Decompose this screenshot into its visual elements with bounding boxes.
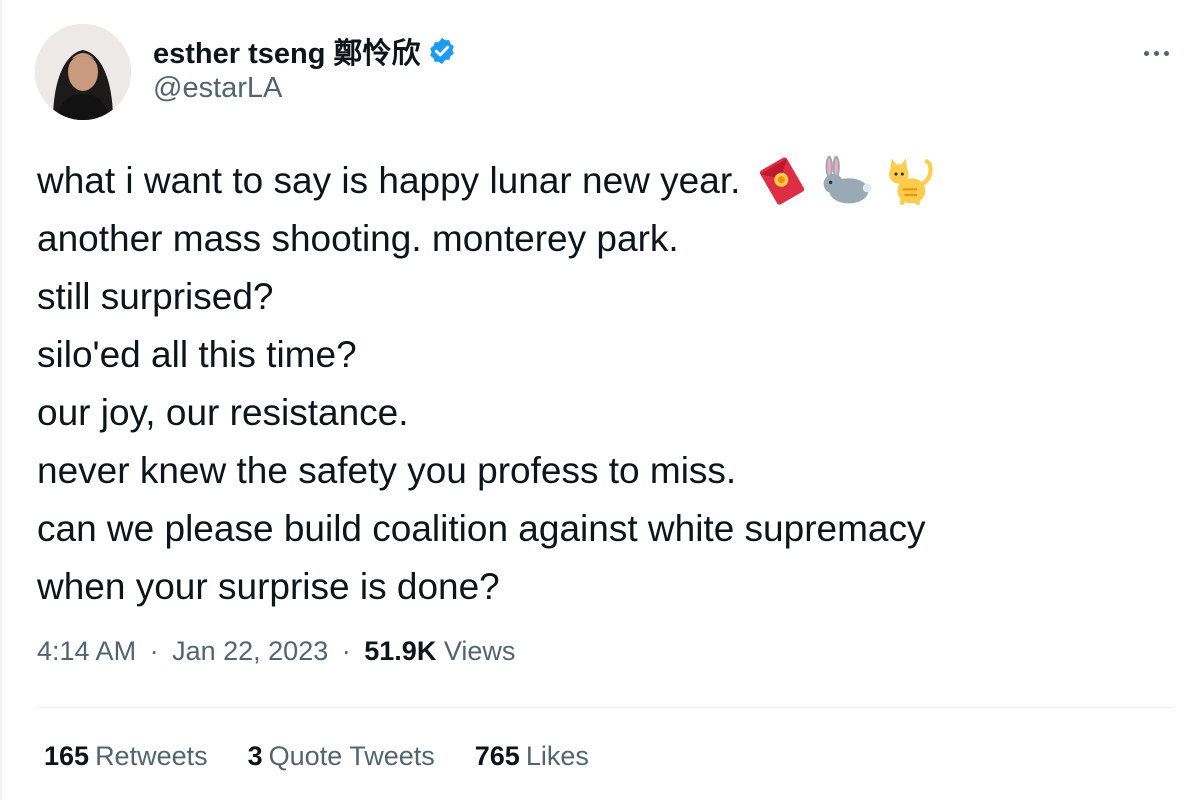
avatar-photo	[35, 24, 131, 120]
tweet-date[interactable]: Jan 22, 2023	[172, 636, 328, 666]
meta-separator: ·	[341, 636, 351, 666]
tweet-line: another mass shooting. monterey park.	[37, 218, 679, 259]
tweet-line: when your surprise is done?	[37, 566, 500, 607]
tweet-meta: 4:14 AM · Jan 22, 2023 · 51.9K Views	[37, 636, 515, 667]
author-handle[interactable]: @estarLA	[153, 72, 282, 105]
quote-tweets-label: Quote Tweets	[268, 741, 435, 771]
red-envelope-icon	[760, 157, 805, 205]
views-count: 51.9K	[364, 636, 437, 666]
likes-count: 765	[474, 741, 520, 771]
tweet-line-text: what i want to say is happy lunar new ye…	[37, 160, 741, 201]
tweet-line: our joy, our resistance.	[37, 392, 409, 433]
rabbit-icon	[823, 155, 872, 204]
retweets-stat[interactable]: 165 Retweets	[44, 741, 208, 772]
likes-stat[interactable]: 765 Likes	[475, 741, 589, 772]
verified-badge-icon	[429, 37, 454, 65]
avatar[interactable]	[35, 24, 131, 120]
tweet-time[interactable]: 4:14 AM	[37, 636, 136, 666]
retweets-label: Retweets	[95, 741, 208, 771]
more-dot	[1153, 50, 1159, 56]
divider	[37, 707, 1173, 708]
likes-label: Likes	[525, 741, 589, 771]
tweet-line: what i want to say is happy lunar new ye…	[37, 152, 1177, 210]
tweet-line: never knew the safety you profess to mis…	[37, 450, 737, 491]
emoji-group	[754, 153, 938, 209]
frame-edge	[0, 0, 2, 800]
tweet-text: what i want to say is happy lunar new ye…	[37, 152, 1177, 616]
tweet-line: silo'ed all this time?	[37, 334, 357, 375]
author-display-name[interactable]: esther tseng 鄭怜欣	[153, 30, 421, 72]
views-label: Views	[443, 636, 516, 666]
quote-tweets-count: 3	[247, 741, 263, 771]
more-options-icon[interactable]	[1136, 38, 1176, 68]
meta-separator: ·	[149, 636, 159, 666]
author-name-row[interactable]: esther tseng 鄭怜欣	[153, 30, 457, 72]
tweet-line: can we please build coalition against wh…	[37, 508, 926, 549]
cat-icon	[889, 158, 934, 205]
retweets-count: 165	[44, 741, 90, 771]
more-dot	[1143, 50, 1149, 56]
quote-tweets-stat[interactable]: 3 Quote Tweets	[248, 741, 435, 772]
more-dot	[1163, 50, 1169, 56]
engagement-stats: 165 Retweets 3 Quote Tweets 765 Likes	[44, 741, 589, 772]
tweet-line: still surprised?	[37, 276, 274, 317]
